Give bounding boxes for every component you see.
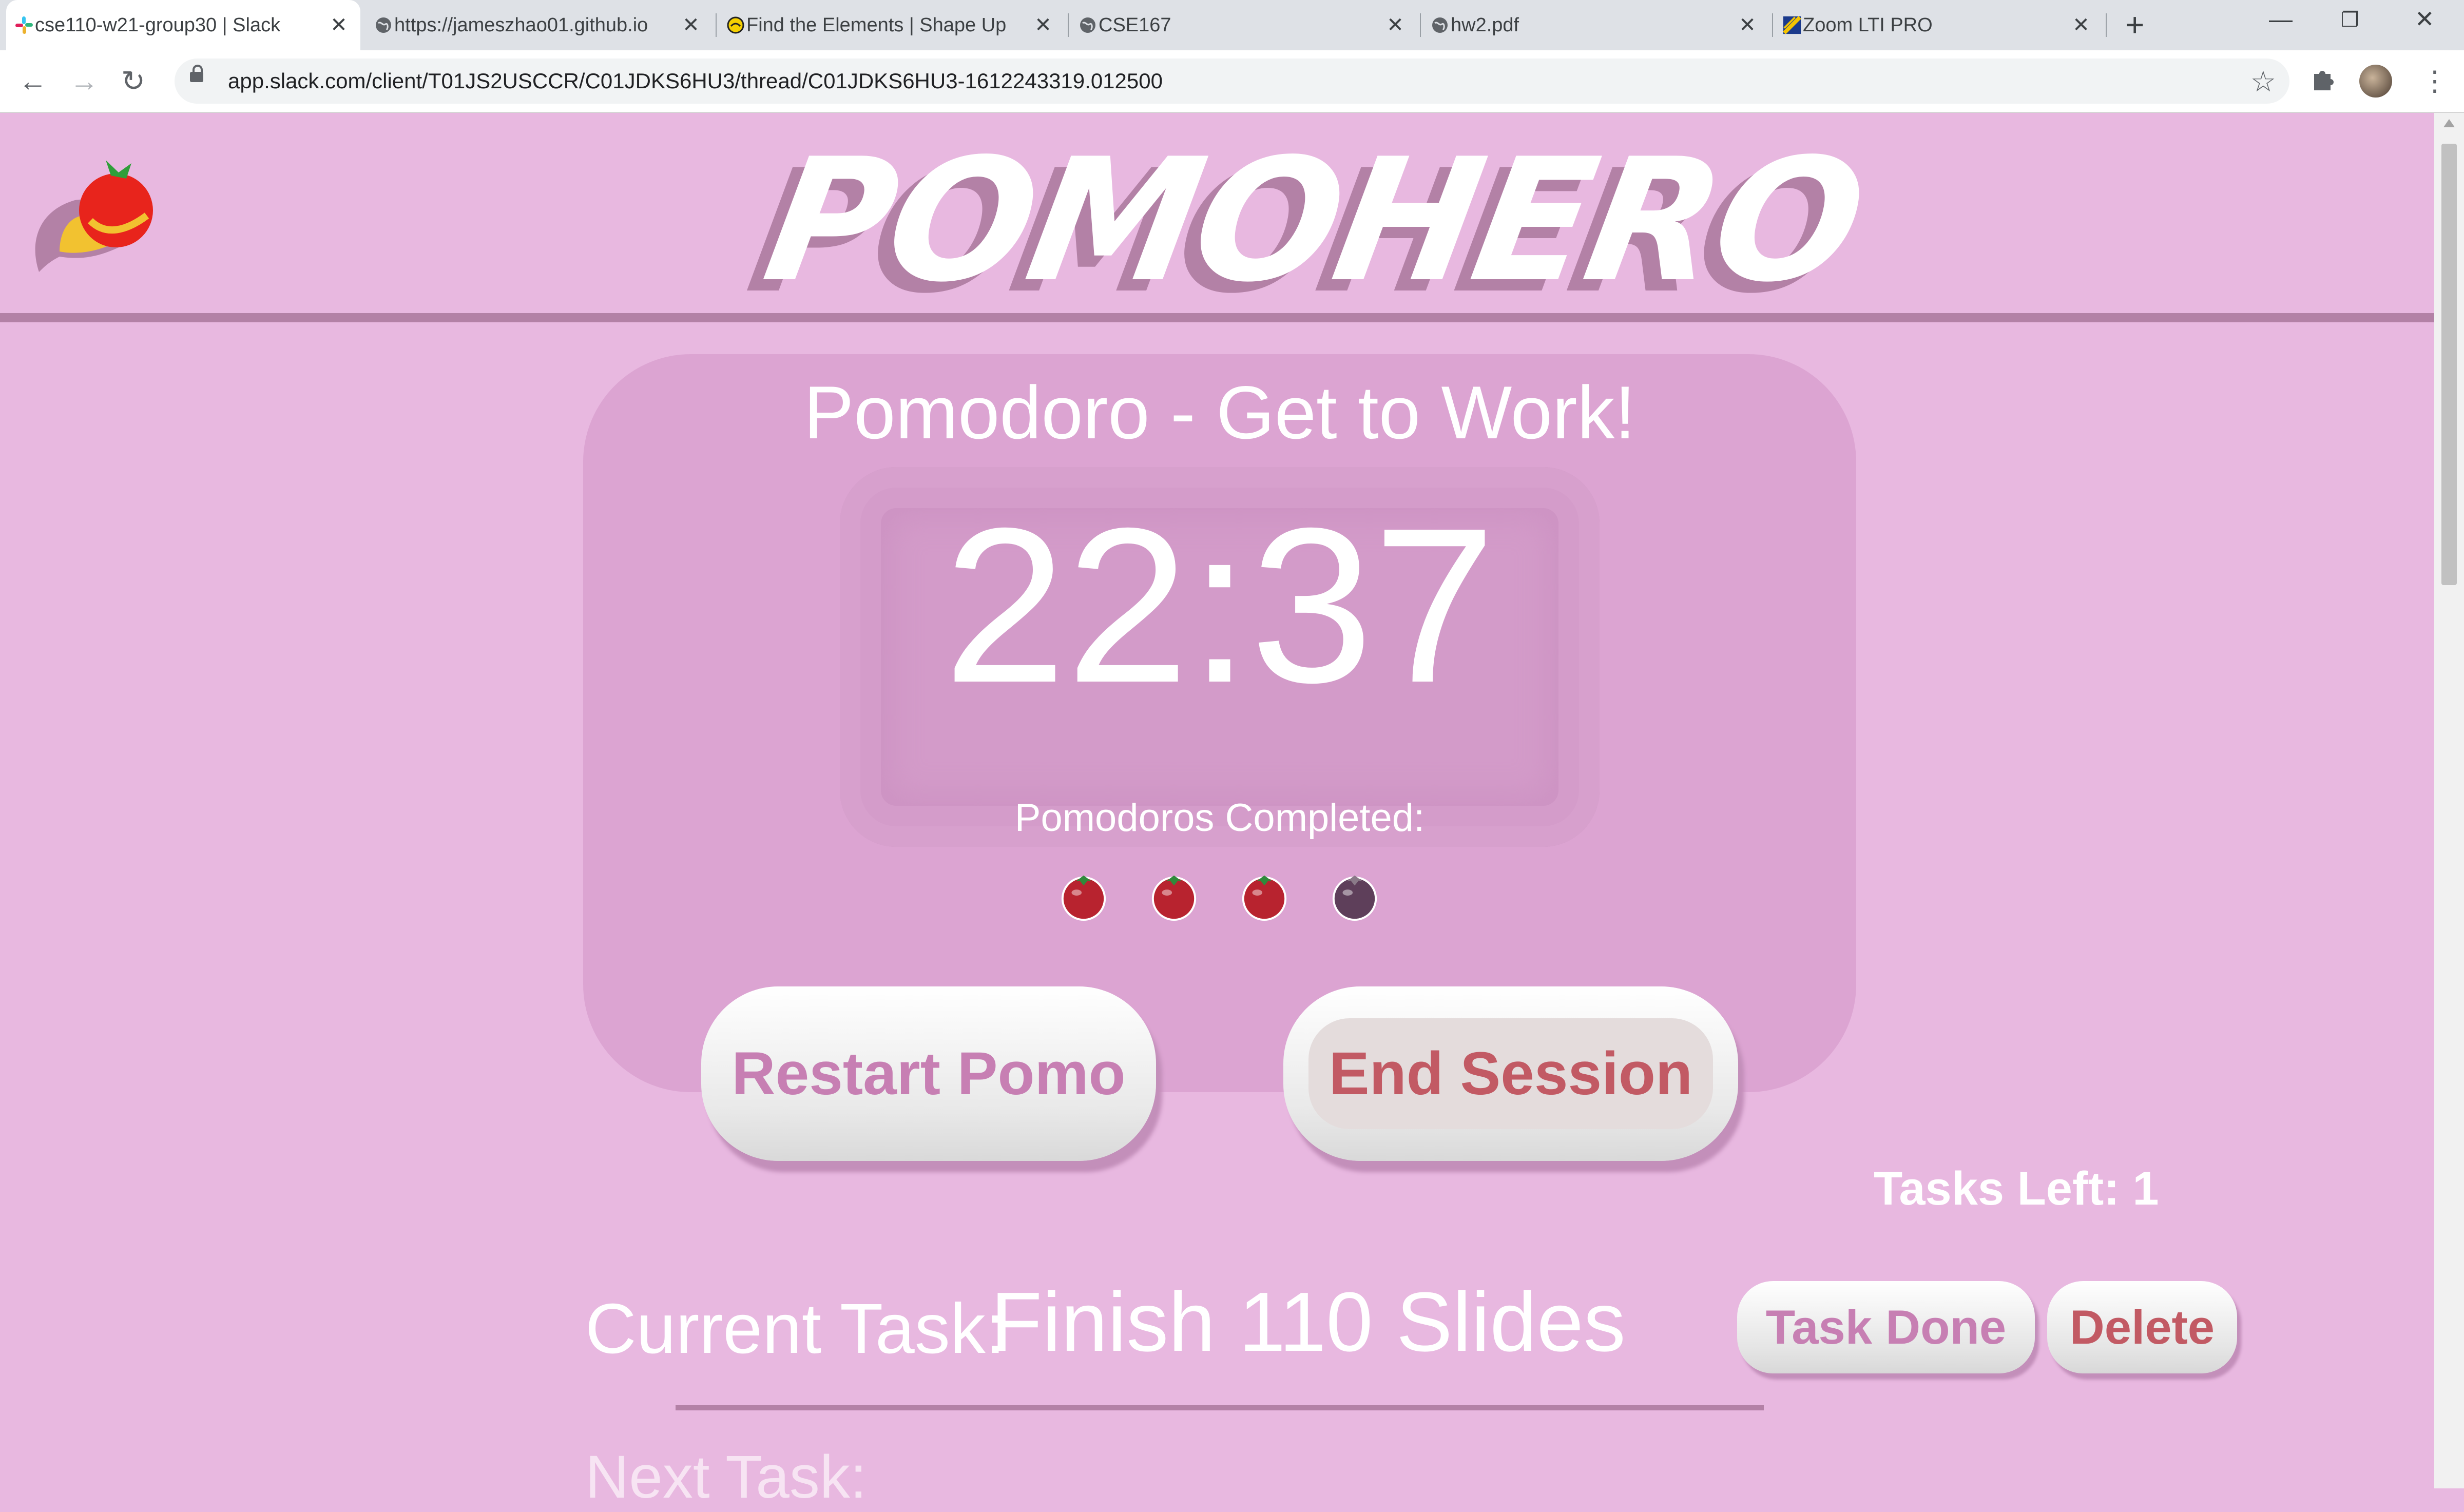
address-bar: ← → ↻ app.slack.com/client/T01JS2USCCR/C… [0, 50, 2464, 113]
tab-close-icon[interactable]: ✕ [1737, 13, 1758, 37]
shapeup-icon [726, 15, 745, 35]
end-session-button[interactable]: End Session [1283, 986, 1738, 1161]
tab-title: Zoom LTI PRO [1803, 14, 1933, 36]
restart-pomo-button[interactable]: Restart Pomo [701, 986, 1156, 1161]
slack-icon [14, 15, 34, 35]
url-field[interactable]: app.slack.com/client/T01JS2USCCR/C01JDKS… [175, 59, 2289, 104]
profile-avatar[interactable] [2359, 65, 2392, 98]
more-menu-icon[interactable]: ⋮ [2421, 65, 2449, 97]
timer-display: 22:37 [943, 482, 1496, 729]
url-text[interactable]: app.slack.com/client/T01JS2USCCR/C01JDKS… [228, 69, 1163, 93]
tab-divider [1420, 13, 1421, 37]
tasks-left-count: Tasks Left: 1 [1874, 1162, 2159, 1215]
tab-close-icon[interactable]: ✕ [329, 13, 349, 37]
bookmark-star-icon[interactable]: ☆ [2250, 65, 2276, 99]
tab-slack[interactable]: cse110-w21-group30 | Slack ✕ [6, 0, 360, 50]
tomato-hero-logo-icon [35, 160, 153, 272]
page-scrollbar[interactable] [2434, 113, 2464, 1488]
current-task-label: Current Task: [585, 1289, 1006, 1368]
tab-cse167[interactable]: CSE167 ✕ [1070, 0, 1417, 50]
tab-divider [2106, 13, 2107, 37]
tomato-completed-icon [1242, 875, 1287, 921]
end-session-label: End Session [1308, 1018, 1714, 1129]
tab-shapeup[interactable]: Find the Elements | Shape Up ✕ [718, 0, 1065, 50]
tab-divider [1772, 13, 1773, 37]
tab-close-icon[interactable]: ✕ [1033, 13, 1053, 37]
tab-zoom[interactable]: Zoom LTI PRO ✕ [1774, 0, 2103, 50]
task-done-button[interactable]: Task Done [1737, 1281, 2035, 1373]
tomato-completed-icon [1151, 875, 1197, 921]
tab-close-icon[interactable]: ✕ [681, 13, 701, 37]
delete-task-button[interactable]: Delete [2047, 1281, 2237, 1373]
globe-icon [1078, 15, 1098, 35]
tab-close-icon[interactable]: ✕ [1385, 13, 1406, 37]
task-divider [676, 1405, 1764, 1410]
new-tab-icon[interactable]: + [2125, 8, 2144, 41]
tab-jameszhao[interactable]: https://jameszhao01.github.io ✕ [365, 0, 713, 50]
current-task-name: Finish 110 Slides [991, 1275, 1626, 1369]
forward-icon[interactable]: → [70, 66, 99, 96]
tab-close-icon[interactable]: ✕ [2071, 13, 2091, 37]
zoom-lti-icon [1782, 15, 1802, 35]
tab-title: cse110-w21-group30 | Slack [35, 14, 281, 36]
tab-hw2[interactable]: hw2.pdf ✕ [1422, 0, 1769, 50]
minimize-icon[interactable]: — [2269, 5, 2293, 33]
tab-title: CSE167 [1099, 14, 1171, 36]
tomato-completed-icon [1061, 875, 1106, 921]
extensions-icon[interactable] [2309, 65, 2337, 99]
tab-divider [716, 13, 717, 37]
tab-divider [1068, 13, 1069, 37]
restore-icon[interactable]: ❐ [2341, 8, 2359, 32]
scroll-thumb[interactable] [2441, 144, 2457, 585]
scroll-up-icon[interactable] [2443, 119, 2455, 127]
tomato-pending-icon [1332, 875, 1377, 921]
app-title: POMOHERO [753, 122, 1876, 319]
pomodoro-counter [1058, 870, 1387, 927]
globe-icon [374, 15, 393, 35]
back-icon[interactable]: ← [18, 66, 47, 96]
tab-title: https://jameszhao01.github.io [394, 14, 648, 36]
header-divider [0, 313, 2434, 322]
lock-icon [190, 65, 203, 82]
next-task-label: Next Task: [585, 1443, 867, 1511]
globe-icon [1430, 15, 1450, 35]
browser-tabbar: cse110-w21-group30 | Slack ✕ https://jam… [0, 0, 2464, 50]
pomohero-page: POMOHERO Pomodoro - Get to Work! 22:37 P… [0, 113, 2434, 1511]
pomodoros-completed-label: Pomodoros Completed: [1014, 796, 1425, 840]
tab-title: Find the Elements | Shape Up [746, 14, 1007, 36]
reload-icon[interactable]: ↻ [121, 66, 145, 96]
mode-title: Pomodoro - Get to Work! [803, 371, 1636, 454]
window-close-icon[interactable]: ✕ [2415, 5, 2435, 33]
tab-title: hw2.pdf [1451, 14, 1519, 36]
